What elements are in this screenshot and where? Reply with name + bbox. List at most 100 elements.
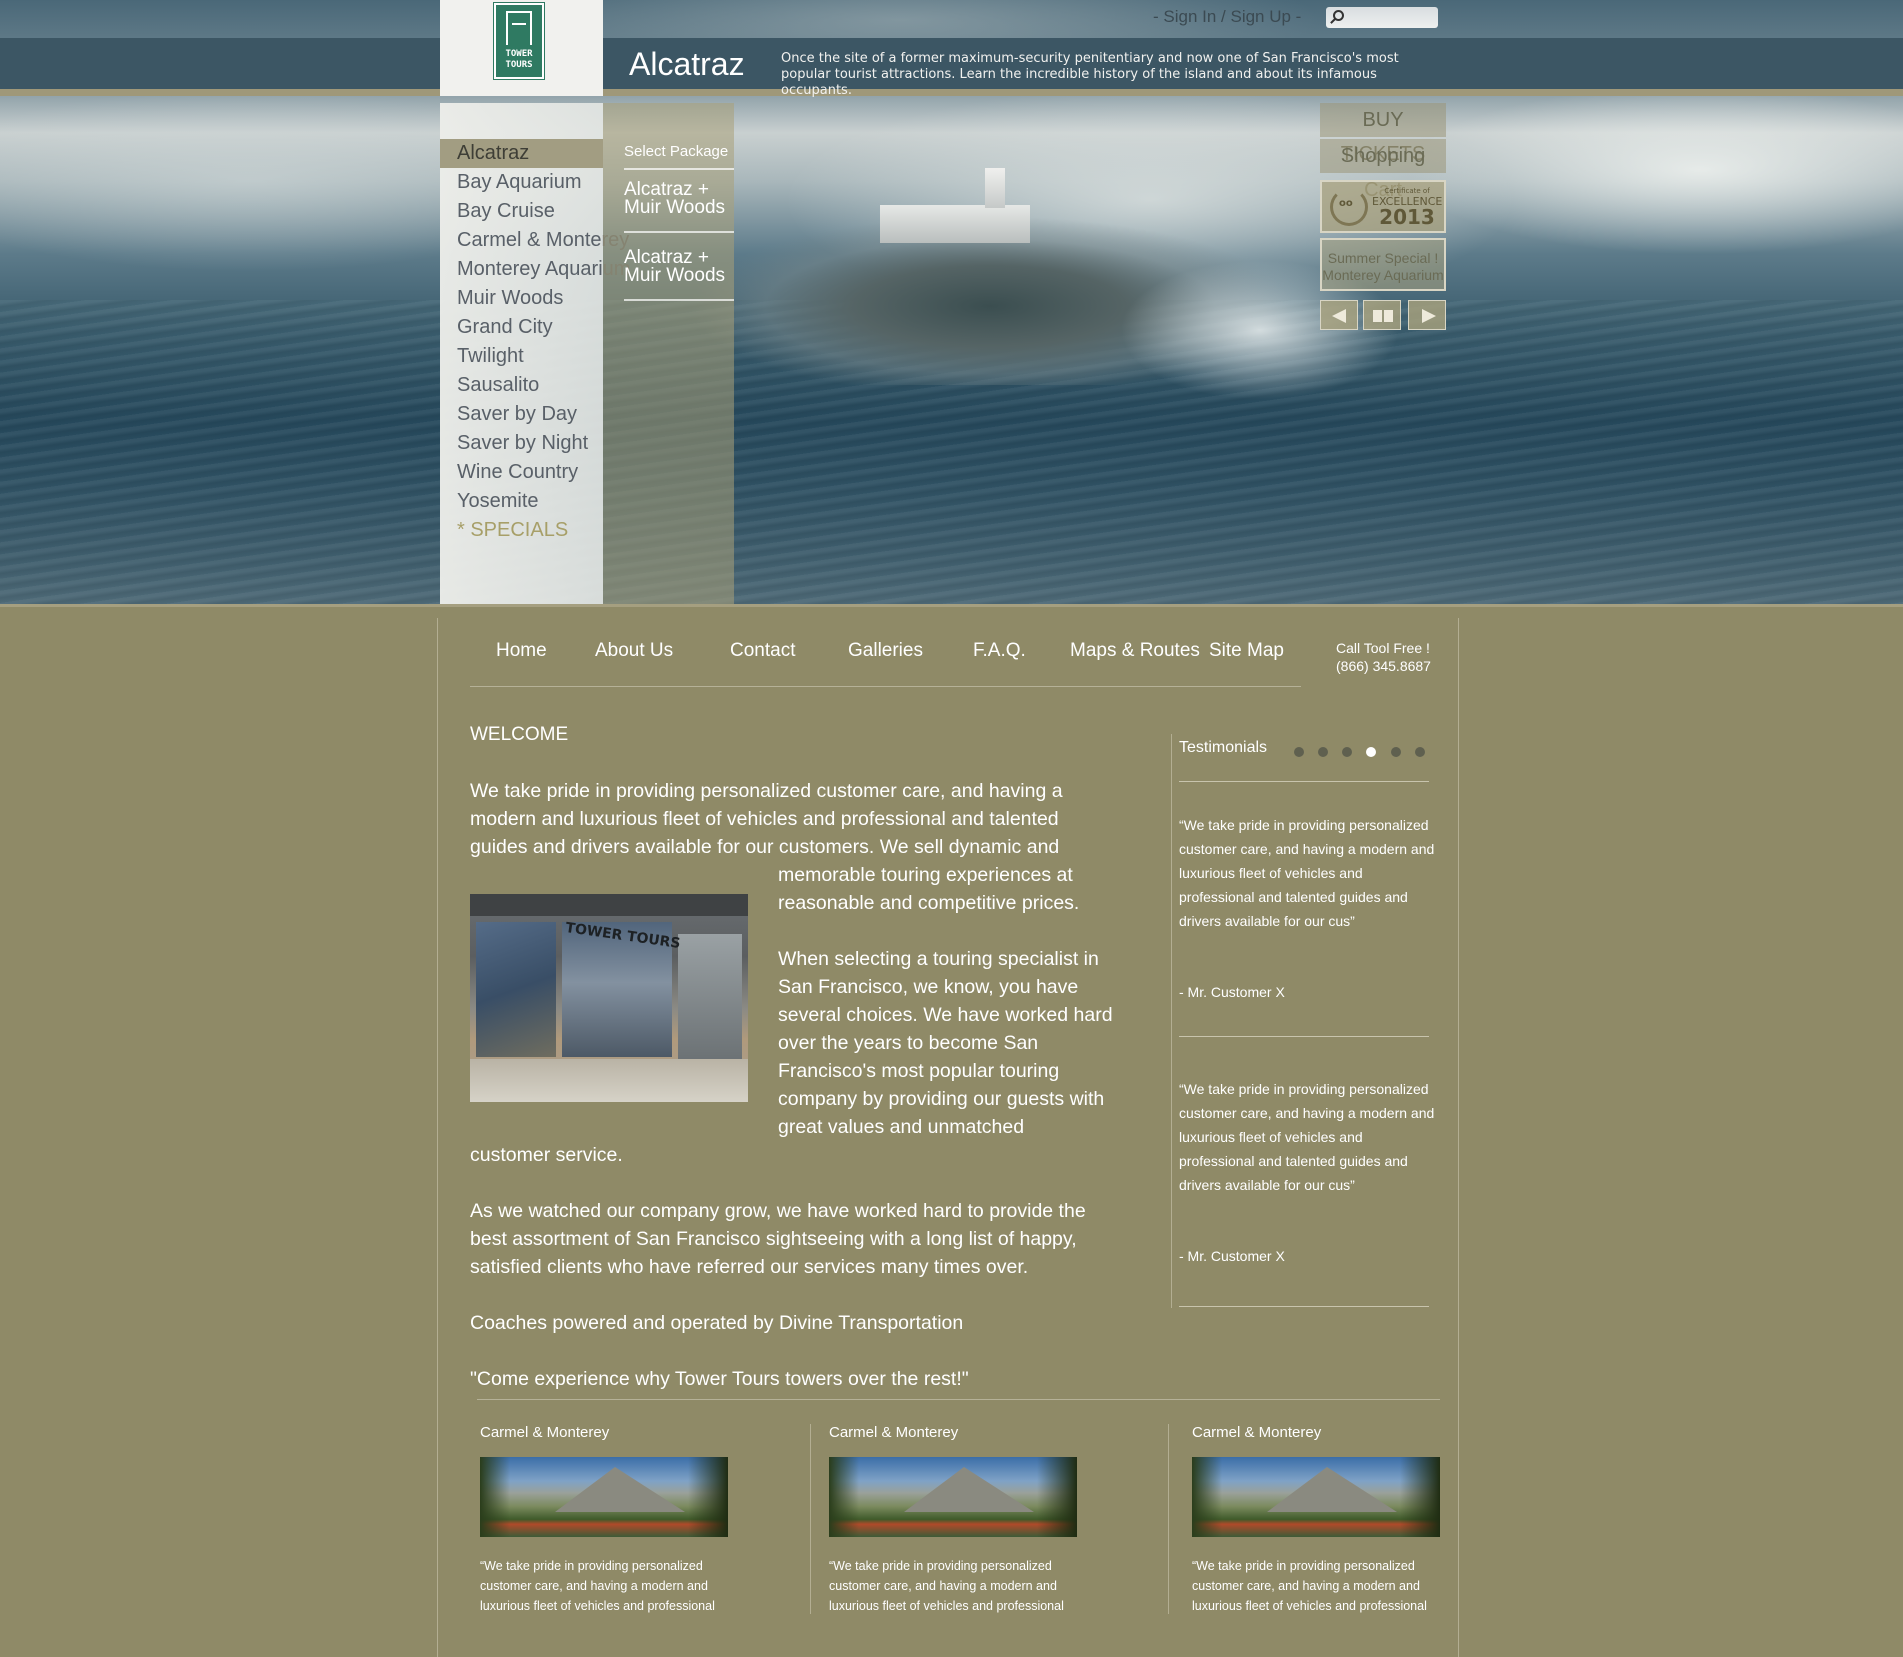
store-window — [476, 922, 556, 1057]
menu-item-sausalito[interactable]: Sausalito — [457, 374, 539, 397]
page-description: Once the site of a former maximum-securi… — [781, 51, 1399, 98]
arrow-right-icon — [1422, 309, 1436, 323]
menu-item-bay-cruise[interactable]: Bay Cruise — [457, 200, 555, 223]
package-divider — [624, 299, 734, 301]
card-separator — [810, 1424, 811, 1614]
bridge-icon — [506, 11, 532, 45]
package-divider — [624, 168, 734, 170]
arrow-left-icon — [1332, 309, 1346, 323]
pause-icon — [1384, 310, 1393, 322]
nav-site-map[interactable]: Site Map — [1209, 640, 1284, 662]
testimonial-dot[interactable] — [1342, 747, 1352, 757]
menu-item-saver-by-day[interactable]: Saver by Day — [457, 403, 577, 426]
slide-pause-button[interactable] — [1363, 300, 1401, 330]
menu-item-alcatraz[interactable]: Alcatraz — [440, 139, 603, 168]
welcome-paragraph-1-cont: memorable touring experiences at reasona… — [778, 864, 1080, 914]
toll-free-label: Call Tool Free ! — [1336, 640, 1430, 656]
tour-menu: Alcatraz Bay Aquarium Bay Cruise Carmel … — [440, 103, 630, 604]
badge-year: 2013 — [1379, 205, 1435, 229]
card-title[interactable]: Carmel & Monterey — [480, 1424, 609, 1441]
package-option-1[interactable]: Alcatraz + Muir Woods — [624, 180, 725, 217]
menu-item-grand-city[interactable]: Grand City — [457, 316, 553, 339]
card-title[interactable]: Carmel & Monterey — [829, 1424, 958, 1441]
menu-item-wine-country[interactable]: Wine Country — [457, 461, 578, 484]
testimonial-divider — [1179, 781, 1429, 782]
sign-in-link[interactable]: - Sign In / Sign Up - — [1153, 7, 1301, 27]
menu-item-specials[interactable]: * SPECIALS — [457, 519, 568, 542]
badge-certificate-label: Certificate of — [1384, 187, 1430, 195]
tree-shape — [688, 1457, 728, 1537]
store-awning — [470, 894, 748, 916]
welcome-heading: WELCOME — [470, 724, 569, 745]
card-text: “We take pride in providing personalized… — [480, 1559, 715, 1613]
pause-icon — [1373, 310, 1382, 322]
mountain-shape — [1267, 1467, 1397, 1512]
store-door — [678, 934, 742, 1059]
tree-shape — [480, 1457, 510, 1537]
welcome-paragraph-4: Coaches powered and operated by Divine T… — [470, 1312, 964, 1334]
island-building — [880, 205, 1030, 243]
menu-item-bay-aquarium[interactable]: Bay Aquarium — [457, 171, 582, 194]
menu-item-muir-woods[interactable]: Muir Woods — [457, 287, 563, 310]
hero-divider — [0, 604, 1903, 607]
menu-item-saver-by-night[interactable]: Saver by Night — [457, 432, 588, 455]
slide-next-button[interactable] — [1408, 300, 1446, 330]
welcome-paragraph-2: When selecting a touring specialist in S… — [778, 948, 1113, 1138]
logo-text: TOWER TOURS — [505, 49, 533, 70]
testimonial-dot[interactable] — [1391, 747, 1401, 757]
nav-contact[interactable]: Contact — [730, 640, 795, 662]
testimonial-divider — [1179, 1306, 1429, 1307]
nav-about-us[interactable]: About Us — [595, 640, 673, 662]
tree-shape — [1037, 1457, 1077, 1537]
welcome-tagline: "Come experience why Tower Tours towers … — [470, 1368, 969, 1390]
welcome-paragraph-1: We take pride in providing personalized … — [470, 780, 1063, 858]
owl-icon: oo — [1339, 198, 1353, 209]
testimonial-quote: “We take pride in providing personalized… — [1179, 817, 1435, 929]
testimonial-divider — [1179, 1036, 1429, 1037]
cards-divider — [477, 1399, 1440, 1400]
card-text: “We take pride in providing personalized… — [829, 1559, 1064, 1613]
yosemite-thumbnail[interactable] — [829, 1457, 1077, 1537]
menu-item-yosemite[interactable]: Yosemite — [457, 490, 539, 513]
testimonial-quote: “We take pride in providing personalized… — [1179, 1081, 1435, 1193]
summer-special-button[interactable]: Summer Special ! Monterey Aquarium — [1320, 238, 1446, 291]
package-option-2[interactable]: Alcatraz + Muir Woods — [624, 248, 725, 285]
testimonial-author: - Mr. Customer X — [1179, 1248, 1285, 1264]
buy-tickets-button[interactable]: BUY TICKETS — [1320, 103, 1446, 165]
package-panel: Select Package Alcatraz + Muir Woods Alc… — [603, 103, 734, 604]
island-lighthouse — [985, 168, 1005, 208]
card-title[interactable]: Carmel & Monterey — [1192, 1424, 1321, 1441]
testimonial-dot[interactable] — [1318, 747, 1328, 757]
search-input[interactable] — [1326, 7, 1438, 28]
tower-tours-logo[interactable]: TOWER TOURS — [493, 2, 545, 80]
tree-shape — [1192, 1457, 1222, 1537]
page-title: Alcatraz — [629, 46, 745, 82]
nav-galleries[interactable]: Galleries — [848, 640, 923, 662]
testimonial-dot[interactable] — [1294, 747, 1304, 757]
card-text: “We take pride in providing personalized… — [1192, 1559, 1427, 1613]
yosemite-thumbnail[interactable] — [1192, 1457, 1440, 1537]
mountain-shape — [904, 1467, 1034, 1512]
tree-shape — [1400, 1457, 1440, 1537]
shopping-cart-button[interactable]: Shopping Cart — [1320, 139, 1446, 201]
yosemite-thumbnail[interactable] — [480, 1457, 728, 1537]
toll-free-phone[interactable]: Call Tool Free ! (866) 345.8687 — [1336, 639, 1431, 675]
nav-maps-routes[interactable]: Maps & Routes — [1070, 640, 1200, 662]
nav-faq[interactable]: F.A.Q. — [973, 640, 1026, 662]
card-separator — [1168, 1424, 1169, 1614]
welcome-paragraph-2-end: customer service. — [470, 1144, 623, 1166]
tower-tours-store-photo: TOWER TOURS — [470, 894, 748, 1102]
package-title: Select Package — [624, 143, 729, 160]
nav-divider — [470, 686, 1301, 687]
tree-shape — [829, 1457, 859, 1537]
testimonial-dot-active[interactable] — [1366, 747, 1376, 757]
testimonial-dot[interactable] — [1415, 747, 1425, 757]
menu-item-twilight[interactable]: Twilight — [457, 345, 524, 368]
testimonial-author: - Mr. Customer X — [1179, 984, 1285, 1000]
tripadvisor-badge[interactable]: oo Certificate of EXCELLENCE 2013 — [1320, 180, 1446, 233]
testimonials-title: Testimonials — [1179, 739, 1268, 756]
nav-home[interactable]: Home — [496, 640, 547, 662]
slide-prev-button[interactable] — [1320, 300, 1358, 330]
welcome-paragraph-3: As we watched our company grow, we have … — [470, 1200, 1086, 1278]
testimonials-divider — [1171, 734, 1172, 1308]
